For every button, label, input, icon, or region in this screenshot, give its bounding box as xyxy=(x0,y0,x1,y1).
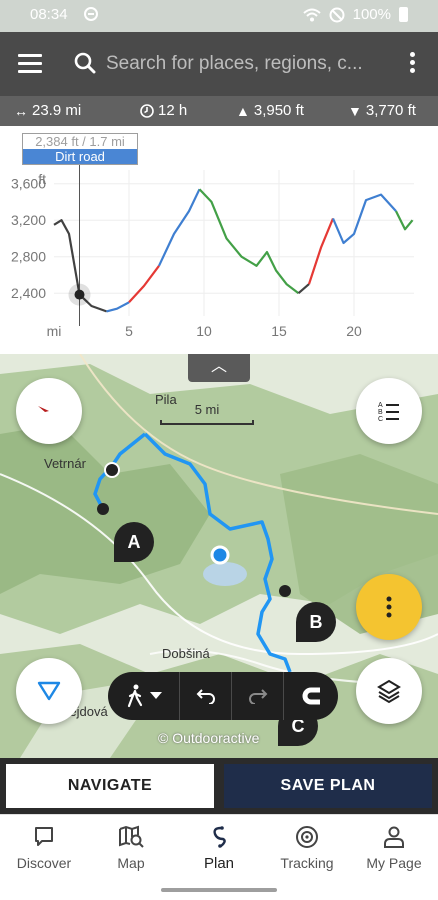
no-signal-icon xyxy=(329,7,345,22)
map-scale-bar: 5 mi xyxy=(160,402,254,426)
chart-tooltip: 2,384 ft / 1.7 mi Dirt road xyxy=(22,133,138,165)
hiking-icon xyxy=(127,684,142,708)
nav-label: Tracking xyxy=(280,855,334,871)
layers-icon xyxy=(377,679,401,704)
map-view[interactable]: ︿ Pila Vetrnár Dobšiná Rejdová 5 mi A B … xyxy=(0,354,438,758)
distance-icon: ↔ xyxy=(14,102,28,119)
search-icon[interactable] xyxy=(74,52,96,74)
stat-distance: ↔ 23.9 mi xyxy=(14,102,81,119)
more-vert-icon xyxy=(386,596,392,618)
status-bar: 08:34 100% xyxy=(0,0,438,32)
redo-icon xyxy=(248,689,267,704)
nav-label: Discover xyxy=(16,855,72,871)
navigate-button[interactable]: NAVIGATE xyxy=(6,764,214,808)
y-tick-label: 2,800 xyxy=(11,249,46,265)
map-copyright: © Outdooractive xyxy=(158,730,260,746)
x-tick-label: 15 xyxy=(271,323,287,339)
save-plan-button[interactable]: SAVE PLAN xyxy=(224,764,432,808)
person-icon xyxy=(384,826,404,848)
hamburger-menu-icon[interactable] xyxy=(18,54,42,74)
magnet-icon xyxy=(302,687,320,705)
clock-icon xyxy=(140,103,154,118)
plan-actions-bar: NAVIGATE SAVE PLAN xyxy=(0,758,438,814)
redo-button[interactable] xyxy=(232,672,284,720)
scale-line xyxy=(160,420,254,425)
x-tick-label: mi xyxy=(47,323,62,339)
scale-label: 5 mi xyxy=(194,402,220,417)
stat-duration: 12 h xyxy=(140,102,187,119)
search-input[interactable] xyxy=(106,50,368,78)
place-label: Dobšiná xyxy=(162,646,210,661)
svg-text:A: A xyxy=(378,402,383,409)
more-actions-fab[interactable] xyxy=(356,574,422,640)
distance-value: 23.9 mi xyxy=(32,102,82,119)
nav-tracking[interactable]: Tracking xyxy=(263,825,351,871)
battery-text: 100% xyxy=(352,6,391,23)
nav-discover[interactable]: Discover xyxy=(0,825,88,871)
location-cone-icon xyxy=(37,681,61,701)
home-indicator[interactable] xyxy=(161,888,277,892)
chat-bubble-icon xyxy=(35,827,53,846)
svg-text:C: C xyxy=(378,416,383,422)
location-button[interactable] xyxy=(16,658,82,724)
descent-icon: ▼ xyxy=(348,102,362,119)
elevation-series xyxy=(307,217,335,285)
y-tick-label: 3,200 xyxy=(11,212,46,228)
chevron-up-icon[interactable]: ︿ xyxy=(188,354,250,382)
ascent-value: 3,950 ft xyxy=(253,102,304,119)
snap-to-path-button[interactable] xyxy=(284,672,338,720)
nav-label: Map xyxy=(117,855,145,871)
tooltip-surface: Dirt road xyxy=(23,149,137,164)
stat-ascent: ▲ 3,950 ft xyxy=(236,102,304,119)
undo-button[interactable] xyxy=(180,672,232,720)
svg-text:B: B xyxy=(378,409,383,416)
do-not-disturb-icon xyxy=(84,7,98,21)
top-toolbar xyxy=(0,32,438,96)
route-icon xyxy=(213,826,226,848)
waypoint-list-icon: ABC xyxy=(378,402,399,422)
stat-descent: ▼ 3,770 ft xyxy=(348,102,416,119)
compass-icon xyxy=(38,406,60,416)
elevation-series xyxy=(158,188,201,267)
elevation-series xyxy=(331,193,397,245)
waypoint-marker-b[interactable]: B xyxy=(296,602,336,642)
undo-icon xyxy=(196,689,215,704)
elevation-series xyxy=(106,301,130,313)
layers-button[interactable] xyxy=(356,658,422,724)
nav-map[interactable]: Map xyxy=(87,825,175,871)
y-axis-unit: ft xyxy=(38,171,46,187)
status-right: 100% xyxy=(302,6,408,23)
wifi-icon xyxy=(302,8,321,21)
elevation-chart[interactable]: 3,600 3,200 2,800 2,400 ft mi 5 10 15 20 2,384 ft… xyxy=(0,126,438,354)
target-icon xyxy=(296,826,318,848)
place-label: Vetrnár xyxy=(44,456,86,471)
duration-value: 12 h xyxy=(158,102,188,119)
nav-plan[interactable]: Plan xyxy=(175,825,263,872)
caret-down-icon xyxy=(149,692,162,699)
x-tick-label: 5 xyxy=(125,323,133,339)
ascent-icon: ▲ xyxy=(236,102,250,119)
nav-label: My Page xyxy=(366,855,422,871)
battery-icon xyxy=(399,7,408,22)
nav-my-page[interactable]: My Page xyxy=(350,825,438,871)
map-search-icon xyxy=(119,825,144,848)
elevation-series xyxy=(128,265,160,304)
elevation-series xyxy=(297,283,310,295)
tooltip-value: 2,384 ft / 1.7 mi xyxy=(35,134,125,149)
y-tick-label: 2,400 xyxy=(11,285,46,301)
descent-value: 3,770 ft xyxy=(365,102,416,119)
route-editing-toolbar xyxy=(108,672,338,720)
waypoint-marker-a[interactable]: A xyxy=(114,522,154,562)
activity-type-selector[interactable] xyxy=(108,672,180,720)
compass-button[interactable] xyxy=(16,378,82,444)
chart-cursor-point xyxy=(74,289,85,300)
nav-label: Plan xyxy=(203,855,235,872)
x-tick-label: 10 xyxy=(196,323,212,339)
route-stats-bar: ↔ 23.9 mi 12 h ▲ 3,950 ft ▼ 3,770 ft xyxy=(0,96,438,126)
x-tick-label: 20 xyxy=(346,323,362,339)
elevation-series xyxy=(198,188,300,295)
more-options-icon[interactable] xyxy=(408,52,416,76)
route-list-button[interactable]: ABC xyxy=(356,378,422,444)
status-time: 08:34 xyxy=(30,6,68,23)
